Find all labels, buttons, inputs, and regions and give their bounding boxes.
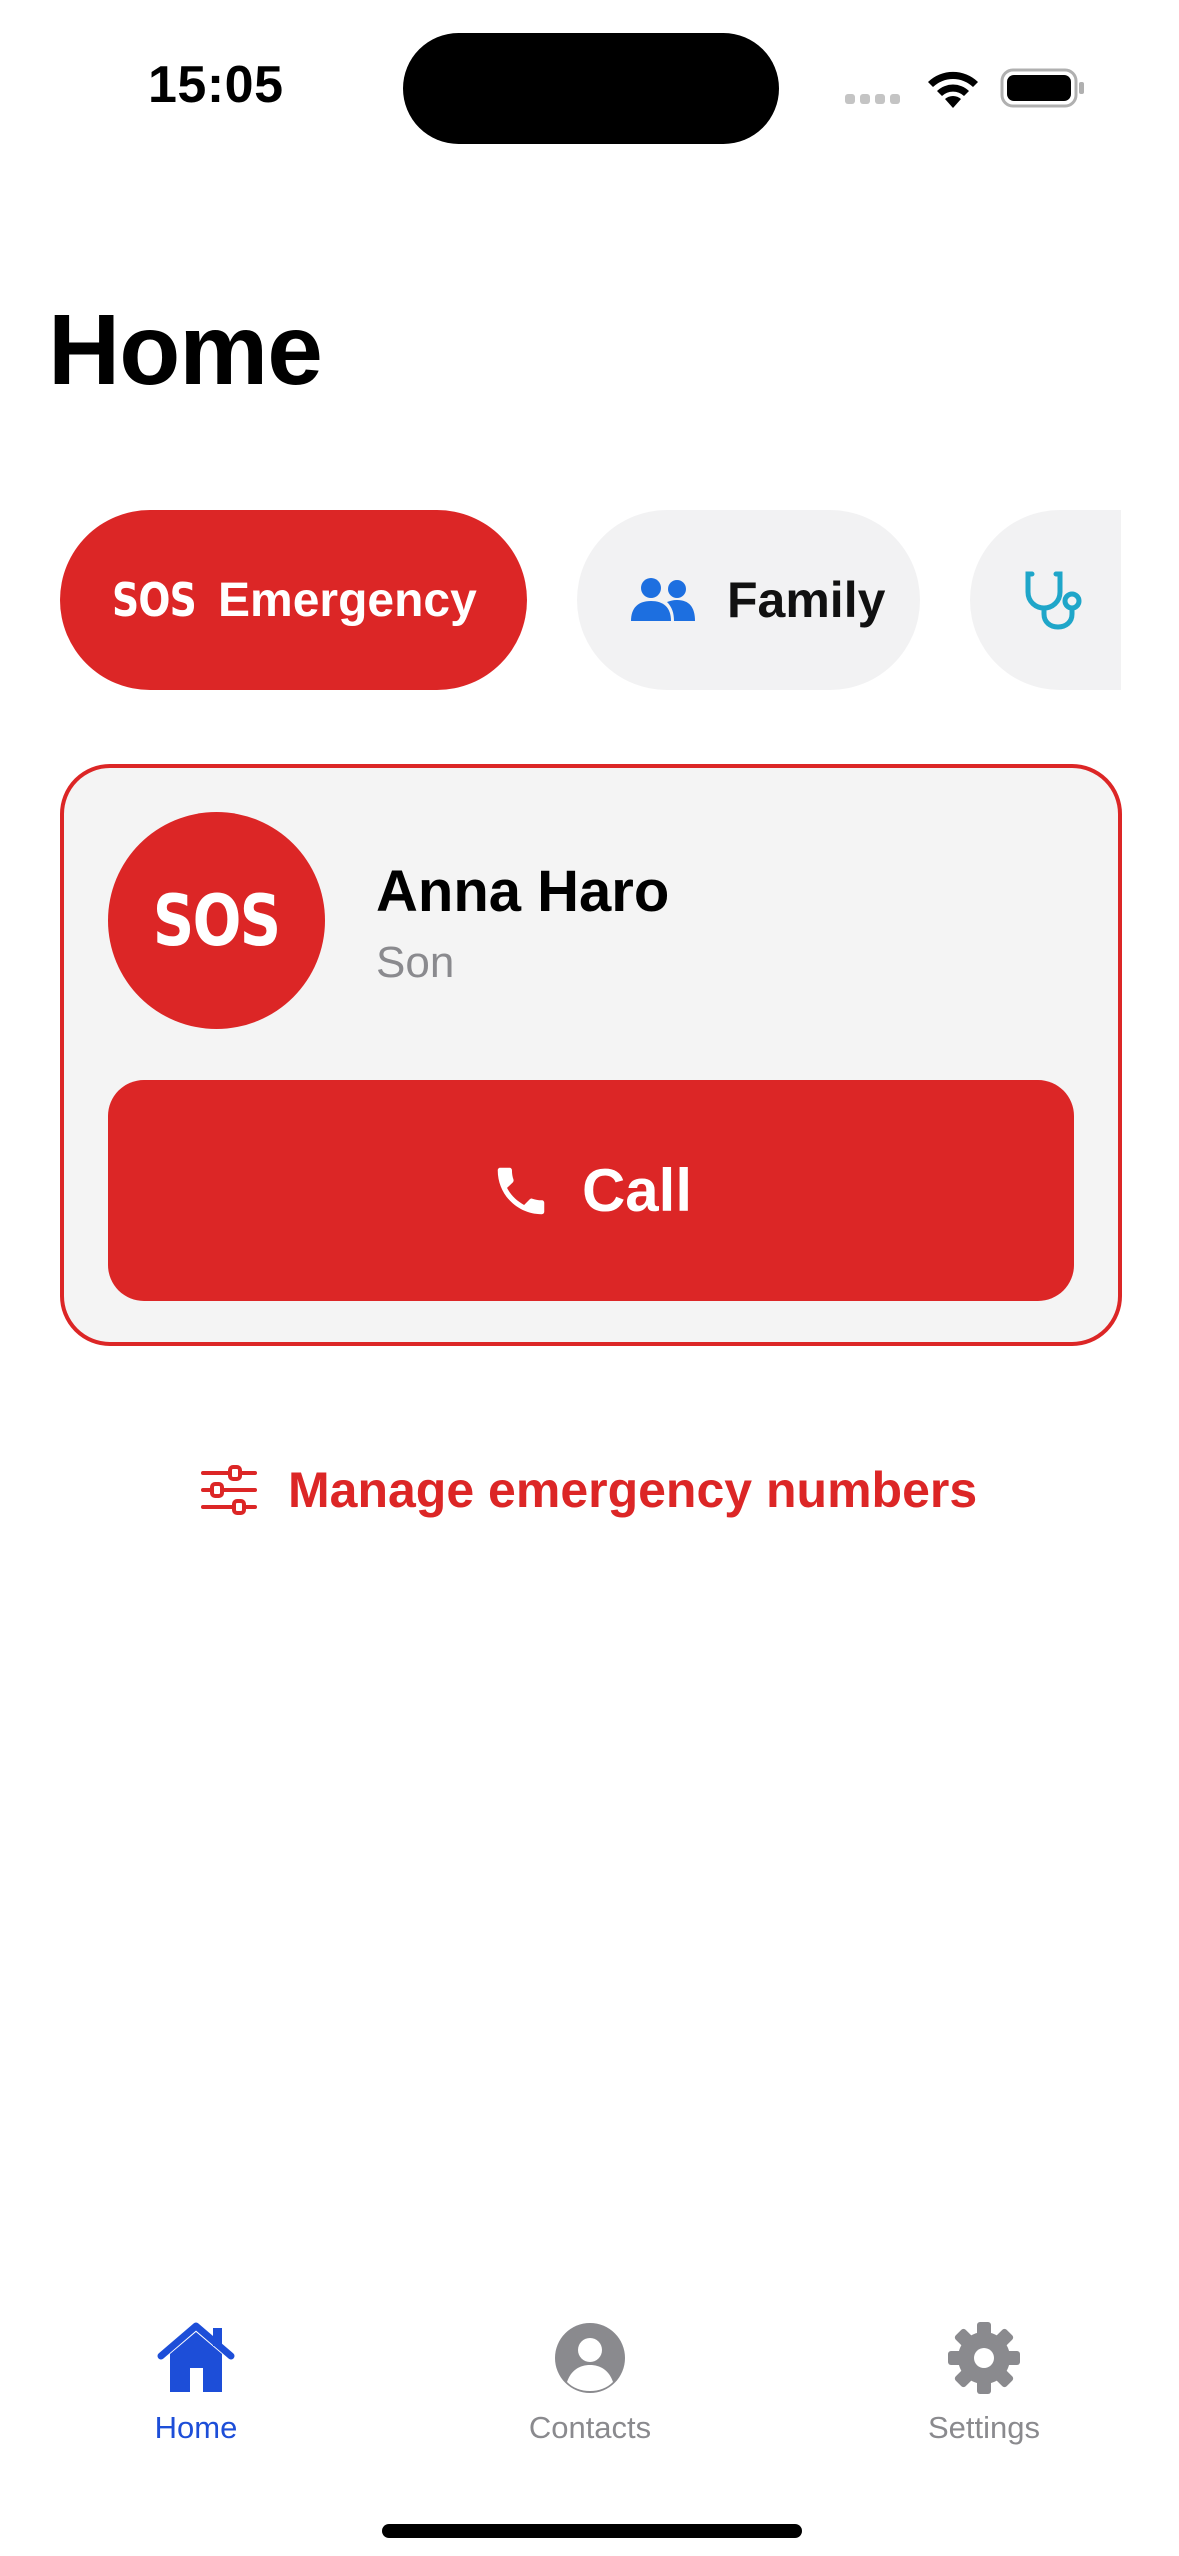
contact-name: Anna Haro <box>376 859 670 924</box>
cellular-signal-icon <box>845 94 900 104</box>
emergency-contact-card: SOS Anna Haro Son Call <box>60 764 1122 1346</box>
avatar: SOS <box>108 812 325 1029</box>
page-title: Home <box>48 294 323 406</box>
gear-icon <box>948 2322 1020 2394</box>
sos-icon: SOS <box>112 573 197 627</box>
home-indicator <box>382 2524 802 2538</box>
chip-label: Emergency <box>218 573 477 627</box>
category-chips: SOS Emergency Family M <box>0 510 1121 690</box>
wifi-icon <box>928 71 978 108</box>
people-icon <box>631 578 695 621</box>
call-button[interactable]: Call <box>108 1080 1074 1301</box>
tab-label: Contacts <box>528 2410 652 2445</box>
status-time: 15:05 <box>148 56 284 114</box>
tab-contacts[interactable]: Contacts <box>470 2320 710 2480</box>
stethoscope-icon <box>1025 571 1082 630</box>
tab-home[interactable]: Home <box>76 2320 316 2480</box>
dynamic-island <box>403 33 779 144</box>
status-icons <box>845 62 1085 112</box>
battery-icon <box>1000 68 1084 108</box>
contact-relation: Son <box>376 938 455 987</box>
chip-emergency[interactable]: SOS Emergency <box>60 510 527 690</box>
phone-icon <box>497 1167 545 1214</box>
tab-label: Home <box>154 2410 238 2445</box>
manage-label: Manage emergency numbers <box>288 1462 978 1518</box>
manage-emergency-numbers-button[interactable]: Manage emergency numbers <box>200 1455 977 1525</box>
chip-family[interactable]: Family <box>577 510 920 690</box>
tab-settings[interactable]: Settings <box>864 2320 1104 2480</box>
tab-bar: Home Contacts Settings <box>0 2320 1179 2480</box>
call-label: Call <box>581 1157 693 1224</box>
avatar-text: SOS <box>153 879 281 962</box>
chip-label: Family <box>727 572 886 628</box>
chip-medical[interactable]: M <box>970 510 1121 690</box>
chip-label: M <box>1118 571 1121 629</box>
sliders-icon <box>201 1465 257 1515</box>
person-circle-icon <box>555 2323 625 2393</box>
tab-label: Settings <box>927 2410 1040 2445</box>
house-icon <box>157 2322 235 2392</box>
